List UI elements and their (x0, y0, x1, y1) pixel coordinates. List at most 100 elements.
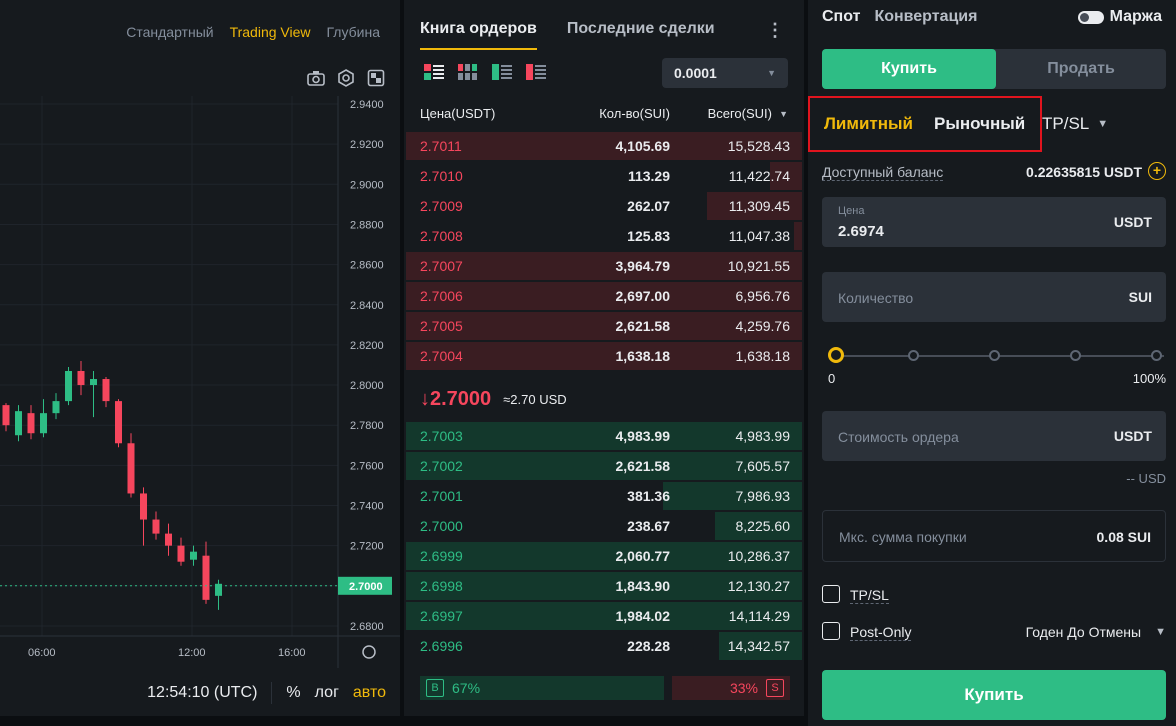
max-buy-label: Мкс. сумма покупки (839, 529, 967, 545)
layout-grid-icon[interactable] (458, 64, 478, 82)
quantity-unit: SUI (1128, 289, 1152, 305)
bid-row[interactable]: 2.7003 4,983.99 4,983.99 (404, 421, 804, 451)
ask-price: 2.7008 (420, 228, 463, 244)
ask-qty: 1,638.18 (615, 348, 671, 364)
tab-convert[interactable]: Конвертация (874, 8, 977, 26)
fullscreen-icon[interactable] (366, 68, 386, 88)
time-tick-label: 16:00 (278, 647, 306, 659)
ask-total: 10,921.55 (727, 258, 790, 274)
slider-step-100[interactable] (1151, 350, 1162, 361)
quantity-input[interactable]: Количество (838, 290, 913, 306)
time-in-force-value: Годен До Отмены (1025, 624, 1142, 640)
ask-row[interactable]: 2.7008 125.83 11,047.38 (404, 221, 804, 251)
buy-percent: 67% (452, 680, 481, 696)
sort-caret-icon[interactable]: ▼ (779, 109, 788, 119)
log-scale-toggle[interactable]: лог (315, 684, 339, 702)
ask-price: 2.7005 (420, 318, 463, 334)
percent-scale-toggle[interactable]: % (286, 684, 300, 702)
settings-hex-icon[interactable] (336, 68, 356, 88)
auto-scale-toggle[interactable]: авто (353, 684, 386, 702)
tpsl-option[interactable]: TP/SL (822, 585, 1166, 605)
candle-body (90, 379, 97, 386)
candle-body (152, 519, 160, 534)
more-options-icon[interactable]: ⋮ (766, 20, 784, 41)
slider-max-label: 100% (1132, 371, 1166, 386)
bid-row[interactable]: 2.6999 2,060.77 10,286.37 (404, 541, 804, 571)
tab-recent-trades[interactable]: Последние сделки (567, 20, 715, 50)
ask-row[interactable]: 2.7010 113.29 11,422.74 (404, 161, 804, 191)
quantity-field[interactable]: Количество SUI (822, 272, 1166, 322)
camera-icon[interactable] (306, 68, 326, 88)
sell-tab[interactable]: Продать (996, 49, 1166, 89)
slider-handle[interactable] (828, 347, 844, 363)
max-buy-box: Мкс. сумма покупки 0.08 SUI (822, 510, 1166, 562)
bid-row[interactable]: 2.6996 228.28 14,342.57 (404, 631, 804, 661)
bid-row[interactable]: 2.6998 1,843.90 12,130.27 (404, 571, 804, 601)
bid-total: 8,225.60 (735, 518, 791, 534)
candle-body (77, 370, 85, 386)
postonly-checkbox[interactable] (822, 622, 840, 640)
bid-row[interactable]: 2.7002 2,621.58 7,605.57 (404, 451, 804, 481)
ask-price: 2.7004 (420, 348, 463, 364)
add-funds-icon[interactable]: + (1148, 162, 1166, 180)
price-field[interactable]: Цена 2.6974 USDT (822, 197, 1166, 247)
chart-settings-icon[interactable] (362, 645, 376, 659)
ask-row[interactable]: 2.7006 2,697.00 6,956.76 (404, 281, 804, 311)
bid-total: 7,986.93 (735, 488, 791, 504)
order-type-tpsl[interactable]: TP/SL ▼ (1042, 114, 1108, 134)
order-total-field[interactable]: Стоимость ордера USDT (822, 411, 1166, 461)
price-tick-label: 2.8000 (350, 380, 384, 392)
time-in-force-select[interactable]: Годен До Отмены ▼ (1026, 624, 1166, 640)
slider-step-25[interactable] (908, 350, 919, 361)
bid-row[interactable]: 2.6997 1,984.02 14,114.29 (404, 601, 804, 631)
precision-select[interactable]: 0.0001 ▼ (662, 58, 788, 88)
submit-buy-button[interactable]: Купить (822, 670, 1166, 720)
bid-row[interactable]: 2.7001 381.36 7,986.93 (404, 481, 804, 511)
bid-qty: 238.67 (627, 518, 670, 534)
price-input[interactable]: 2.6974 (838, 223, 884, 240)
tab-orderbook[interactable]: Книга ордеров (420, 20, 537, 50)
col-total[interactable]: Всего(SUI) (708, 106, 772, 121)
ask-row[interactable]: 2.7005 2,621.58 4,259.76 (404, 311, 804, 341)
candle-body (65, 370, 72, 402)
last-price-row: ↓2.7000 ≈2.70 USD (420, 384, 567, 414)
order-type-market[interactable]: Рыночный (934, 114, 1025, 134)
price-tick-label: 2.7800 (350, 420, 384, 432)
ask-row[interactable]: 2.7007 3,964.79 10,921.55 (404, 251, 804, 281)
price-tick-label: 2.8600 (350, 260, 384, 272)
candle-body (40, 413, 47, 434)
price-tick-label: 2.9000 (350, 179, 384, 191)
candle-body (190, 551, 197, 560)
layout-both-icon[interactable] (424, 64, 444, 82)
tpsl-checkbox[interactable] (822, 585, 840, 603)
bid-total: 14,342.57 (727, 638, 790, 654)
layout-asks-icon[interactable] (526, 64, 546, 82)
layout-bids-icon[interactable] (492, 64, 512, 82)
candlestick-chart[interactable]: 2.9400 2.9200 2.9000 2.8800 2.8600 2.8400 2.82… (0, 96, 400, 668)
slider-step-50[interactable] (989, 350, 1000, 361)
buy-tab[interactable]: Купить (822, 49, 996, 89)
candle-body (2, 405, 10, 426)
ask-row[interactable]: 2.7004 1,638.18 1,638.18 (404, 341, 804, 371)
price-tick-label: 2.8200 (350, 340, 384, 352)
margin-toggle[interactable]: Маржа (1077, 8, 1162, 26)
tab-standard[interactable]: Стандартный (126, 24, 213, 40)
tab-depth[interactable]: Глубина (327, 24, 380, 40)
slider-step-75[interactable] (1070, 350, 1081, 361)
col-price: Цена(USDT) (420, 106, 496, 121)
tab-tradingview[interactable]: Trading View (230, 24, 311, 40)
chevron-down-icon: ▼ (767, 68, 776, 78)
last-price[interactable]: ↓2.7000 (420, 388, 491, 411)
order-type-limit[interactable]: Лимитный (824, 114, 913, 134)
amount-slider[interactable] (828, 346, 1164, 366)
order-total-input[interactable]: Стоимость ордера (838, 429, 959, 445)
postonly-option[interactable]: Post-Only Годен До Отмены ▼ (822, 622, 1166, 642)
ask-qty: 2,621.58 (615, 318, 671, 334)
slider-track[interactable] (836, 355, 1164, 357)
bid-row[interactable]: 2.7000 238.67 8,225.60 (404, 511, 804, 541)
ask-price: 2.7010 (420, 168, 463, 184)
ask-row[interactable]: 2.7011 4,105.69 15,528.43 (404, 131, 804, 161)
toggle-switch-icon[interactable] (1077, 10, 1104, 24)
tab-spot[interactable]: Спот (822, 8, 860, 26)
ask-row[interactable]: 2.7009 262.07 11,309.45 (404, 191, 804, 221)
